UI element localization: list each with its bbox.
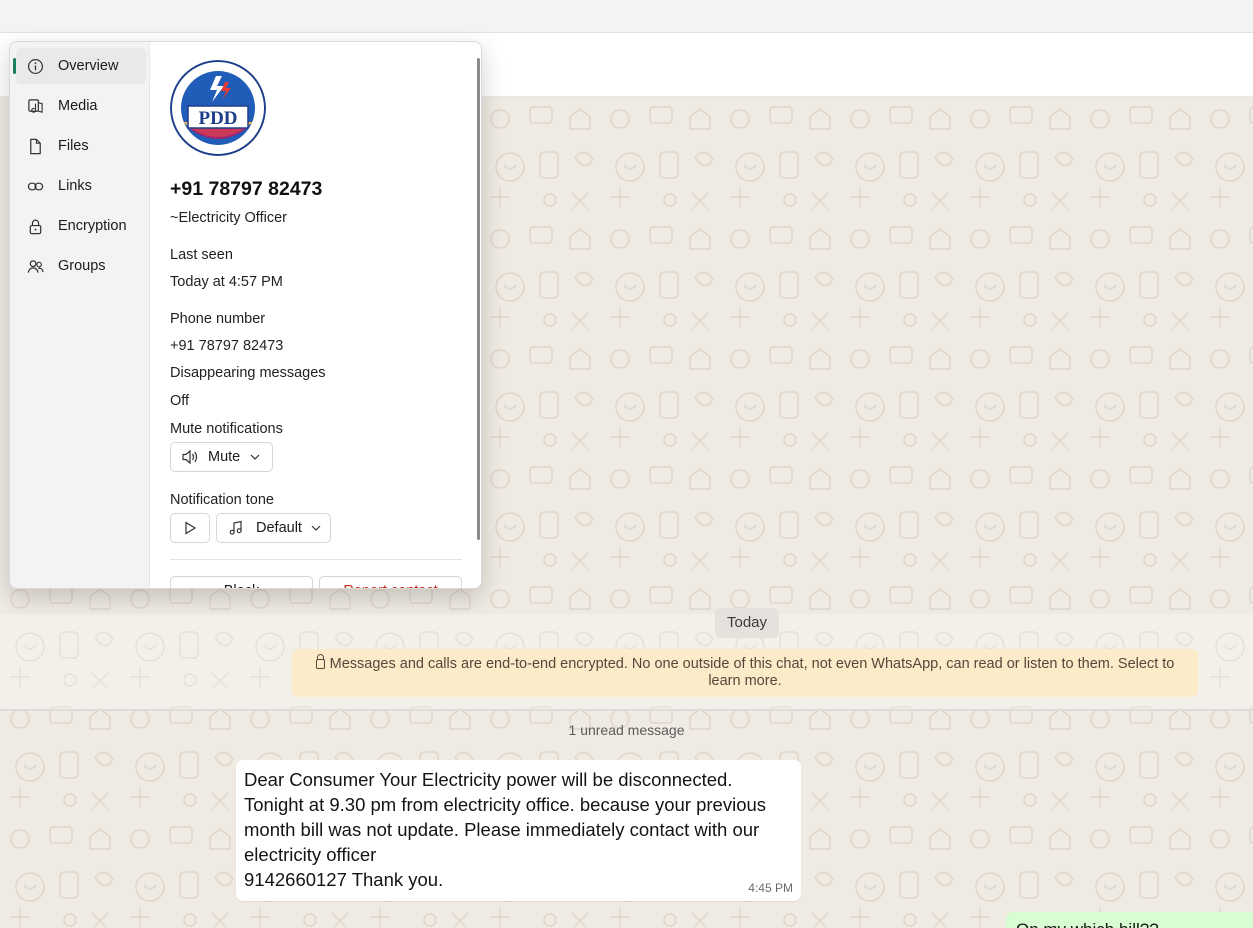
divider-line [0, 709, 1253, 711]
last-seen-label: Last seen [170, 247, 233, 263]
disappearing-value[interactable]: Off [170, 393, 189, 409]
play-icon [185, 521, 197, 535]
date-pill: Today [715, 608, 780, 638]
sidebar-item-label: Encryption [58, 218, 127, 234]
link-icon [24, 175, 46, 197]
last-seen-value: Today at 4:57 PM [170, 274, 283, 290]
speaker-icon [182, 449, 198, 465]
contact-name: +91 78797 82473 [170, 178, 323, 200]
tone-dropdown[interactable]: Default [216, 513, 331, 543]
sidebar-item-files[interactable]: Files [16, 128, 146, 164]
music-note-icon [229, 520, 242, 535]
sidebar-item-label: Links [58, 178, 92, 194]
groups-icon [24, 255, 46, 277]
encryption-notice[interactable]: Messages and calls are end-to-end encryp… [292, 649, 1198, 697]
info-icon [24, 55, 46, 77]
window-titlebar [0, 0, 1253, 33]
pdd-logo: PDD [170, 60, 266, 156]
contact-info-popup: Overview Media Files Links Encryption Gr… [9, 41, 482, 589]
phone-value[interactable]: +91 78797 82473 [170, 338, 283, 354]
unread-indicator: 1 unread message [568, 722, 685, 738]
notification-tone-label: Notification tone [170, 492, 274, 508]
lock-icon [315, 654, 325, 669]
message-text: Dear Consumer Your Electricity power wil… [244, 769, 767, 890]
sidebar-item-overview[interactable]: Overview [13, 48, 146, 84]
logo-text: PDD [198, 108, 237, 129]
media-icon [24, 95, 46, 117]
contact-avatar[interactable]: PDD [170, 60, 266, 156]
divider [170, 559, 462, 560]
encryption-notice-text: Messages and calls are end-to-end encryp… [329, 656, 1175, 689]
overview-panel: PDD +91 78797 82473 ~Electricity Officer… [150, 42, 481, 588]
chevron-down-icon [250, 454, 260, 460]
contact-about: ~Electricity Officer [170, 210, 287, 226]
phone-label: Phone number [170, 311, 266, 327]
sidebar-item-media[interactable]: Media [16, 88, 146, 124]
outgoing-message-text: On my which bill?? [1016, 920, 1159, 928]
outgoing-message[interactable]: On my which bill?? [1006, 912, 1253, 928]
sidebar-item-label: Overview [58, 58, 119, 74]
panel-scrollbar[interactable] [477, 58, 480, 540]
info-sidebar: Overview Media Files Links Encryption Gr… [10, 42, 150, 588]
mute-dropdown[interactable]: Mute [170, 442, 273, 472]
sidebar-item-label: Groups [58, 258, 106, 274]
sidebar-item-encryption[interactable]: Encryption [16, 208, 146, 244]
sidebar-item-links[interactable]: Links [16, 168, 146, 204]
block-button[interactable]: Block [170, 576, 313, 588]
file-icon [24, 135, 46, 157]
mute-button-label: Mute [208, 449, 241, 465]
report-contact-button[interactable]: Report contact [319, 576, 462, 588]
tone-button-label: Default [256, 520, 302, 536]
sidebar-item-groups[interactable]: Groups [16, 248, 146, 284]
chevron-down-icon [311, 525, 321, 531]
disappearing-label: Disappearing messages [170, 365, 326, 381]
message-time: 4:45 PM [748, 881, 793, 895]
incoming-message[interactable]: Dear Consumer Your Electricity power wil… [236, 760, 801, 901]
sidebar-item-label: Files [58, 138, 89, 154]
play-tone-button[interactable] [170, 513, 210, 543]
lock-icon [24, 215, 46, 237]
sidebar-item-label: Media [58, 98, 98, 114]
mute-label: Mute notifications [170, 421, 283, 437]
